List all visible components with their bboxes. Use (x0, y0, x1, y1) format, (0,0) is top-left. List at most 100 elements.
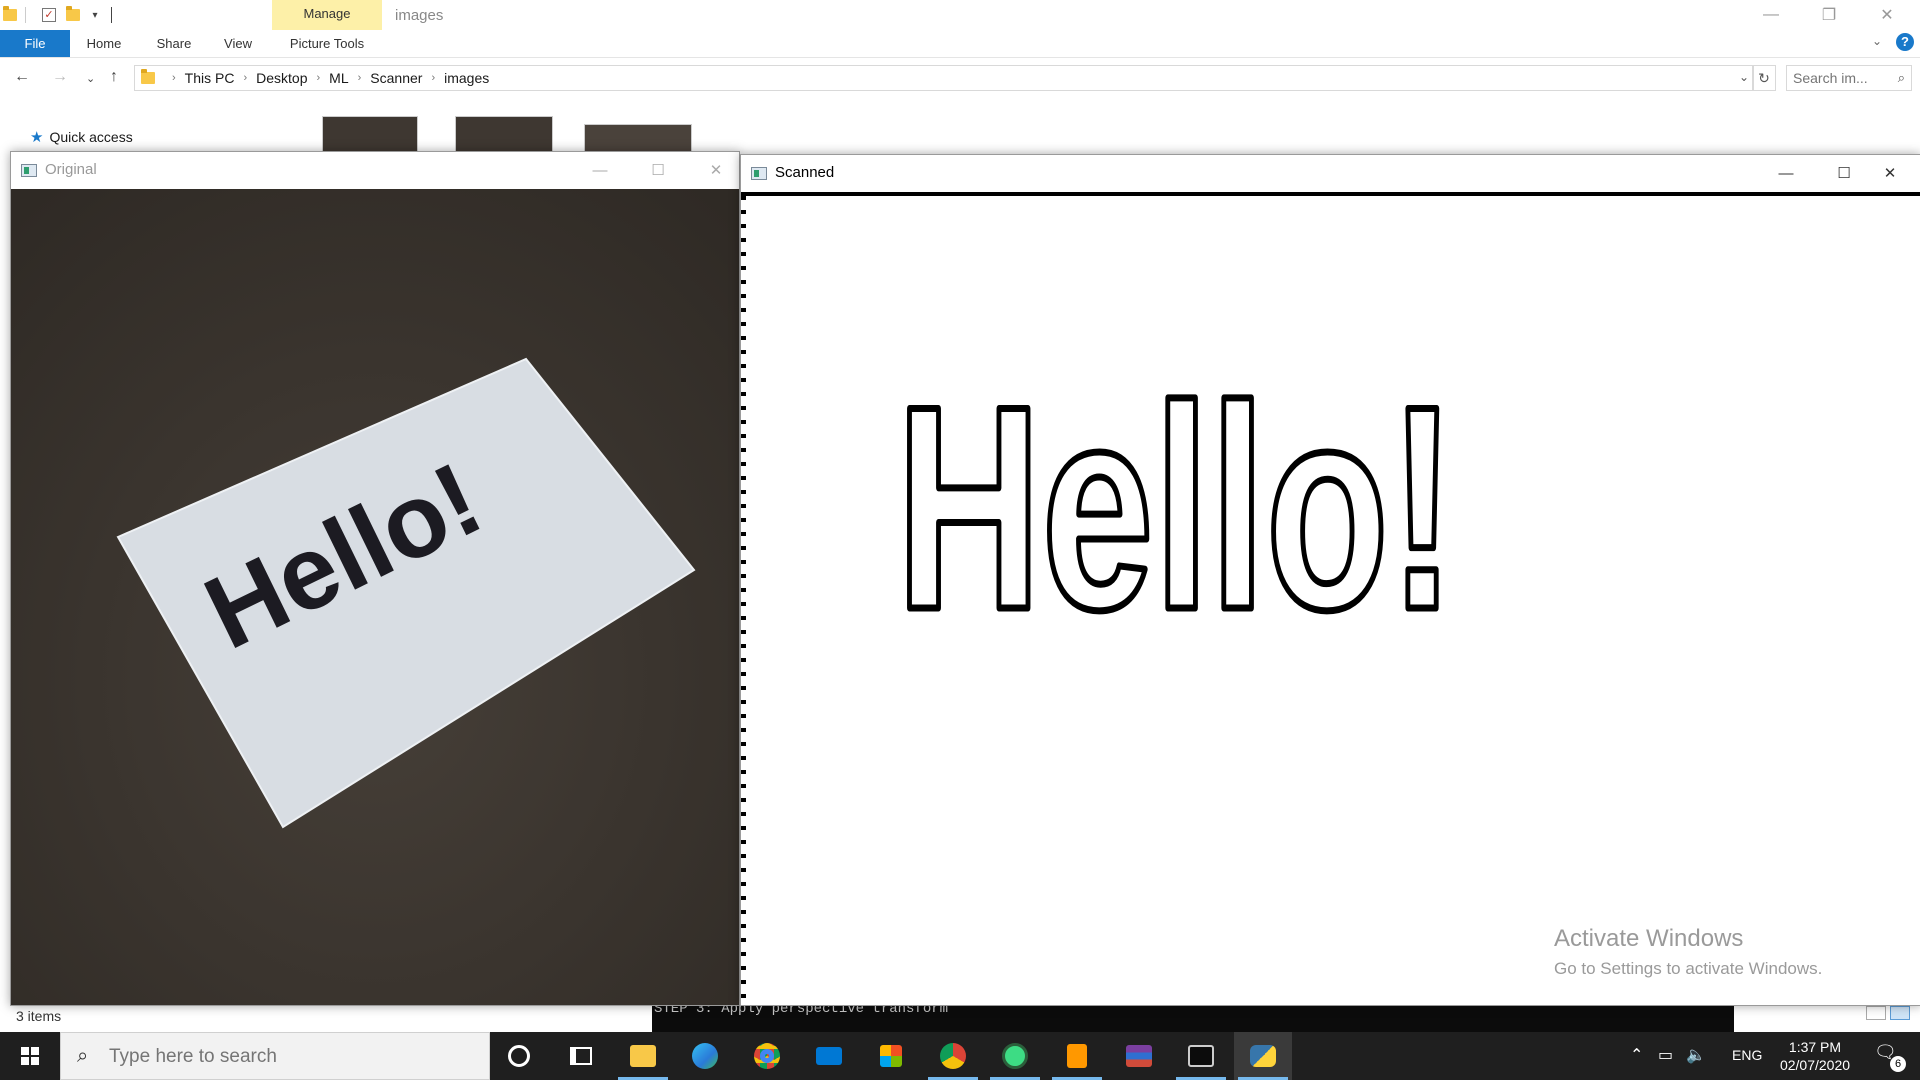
clock-date: 02/07/2020 (1779, 1057, 1851, 1073)
ribbon: File Home Share View Picture Tools ⌄ ? (0, 30, 1920, 58)
scan-edge-artifact (741, 196, 746, 1004)
android-studio-icon[interactable] (986, 1032, 1044, 1080)
task-view-icon[interactable] (552, 1032, 610, 1080)
original-window: Original — ☐ ✕ Hello! (10, 151, 740, 1006)
close-button[interactable]: ✕ (1858, 0, 1916, 30)
store-icon[interactable] (862, 1032, 920, 1080)
sublime-text-icon[interactable] (1048, 1032, 1106, 1080)
details-view-icon[interactable] (1866, 1006, 1886, 1020)
notification-badge: 6 (1890, 1056, 1906, 1072)
mail-icon[interactable] (800, 1032, 858, 1080)
tab-picture-tools[interactable]: Picture Tools (272, 30, 382, 57)
command-prompt-icon[interactable] (1172, 1032, 1230, 1080)
maximize-button[interactable]: ☐ (629, 152, 687, 188)
tab-home[interactable]: Home (74, 30, 134, 57)
folder-icon (2, 6, 18, 24)
chevron-right-icon[interactable]: › (172, 72, 176, 84)
sidebar-item-label: Quick access (49, 129, 133, 145)
activate-windows-watermark: Activate Windows Go to Settings to activ… (1554, 925, 1822, 979)
window-title: images (395, 7, 444, 24)
tab-manage[interactable]: Manage (272, 0, 382, 30)
chevron-right-icon[interactable]: › (431, 72, 435, 84)
view-switcher (1866, 1006, 1910, 1020)
search-icon: ⌕ (1897, 70, 1905, 85)
cortana-icon[interactable] (490, 1032, 548, 1080)
scanned-image: Hello! (741, 192, 1920, 1004)
new-folder-icon[interactable] (64, 6, 82, 24)
app-icon (21, 164, 37, 177)
start-button[interactable] (0, 1032, 60, 1080)
photo-canvas: Hello! (11, 189, 739, 1005)
minimize-button[interactable]: — (1757, 155, 1815, 191)
minimize-button[interactable]: — (571, 152, 629, 188)
help-icon[interactable]: ? (1896, 33, 1914, 51)
scanned-text: Hello! (896, 346, 1456, 670)
address-bar[interactable]: › This PC › Desktop › ML › Scanner › ima… (134, 65, 1754, 91)
tab-file[interactable]: File (0, 30, 70, 57)
navigation-bar: ← → ⌄ ↑ › This PC › Desktop › ML › Scann… (0, 60, 1920, 96)
taskbar-search[interactable]: ⌕ (60, 1032, 490, 1080)
file-explorer-icon[interactable] (614, 1032, 672, 1080)
search-icon: ⌕ (77, 1045, 89, 1067)
clock-time: 1:37 PM (1788, 1039, 1842, 1055)
windows-logo-icon (21, 1047, 39, 1065)
search-input[interactable] (1793, 69, 1883, 87)
large-icons-view-icon[interactable] (1890, 1006, 1910, 1020)
chevron-down-icon[interactable]: ⌄ (1739, 70, 1749, 84)
tab-view[interactable]: View (210, 30, 266, 57)
breadcrumb-desktop[interactable]: Desktop (256, 70, 307, 86)
chrome-profile-icon[interactable] (924, 1032, 982, 1080)
original-image: Hello! (11, 189, 739, 1005)
search-box[interactable]: ⌕ (1786, 65, 1912, 91)
folder-icon (141, 69, 155, 84)
window-title: Original (45, 161, 97, 178)
chevron-right-icon[interactable]: › (317, 72, 321, 84)
close-button[interactable]: ✕ (1861, 155, 1919, 191)
chevron-right-icon[interactable]: › (243, 72, 247, 84)
spacer (742, 986, 1902, 992)
breadcrumb-images[interactable]: images (444, 70, 489, 86)
breadcrumb: › This PC › Desktop › ML › Scanner › ima… (163, 66, 489, 90)
edge-icon[interactable] (676, 1032, 734, 1080)
close-button[interactable]: ✕ (687, 152, 745, 188)
winrar-icon[interactable] (1110, 1032, 1168, 1080)
sidebar-item-quick-access[interactable]: ★ Quick access (30, 128, 133, 146)
notification-center-icon[interactable]: 🗨 6 (1874, 1042, 1906, 1072)
volume-icon[interactable]: 🔈 (1686, 1045, 1706, 1065)
recent-locations-button[interactable]: ⌄ (86, 72, 95, 85)
properties-icon[interactable]: ✓ (40, 6, 58, 24)
taskbar-search-input[interactable] (109, 1045, 469, 1069)
scan-canvas: Hello! (742, 343, 1902, 992)
up-button[interactable]: ↑ (110, 68, 118, 86)
file-thumbnail[interactable] (455, 116, 553, 156)
breadcrumb-scanner[interactable]: Scanner (370, 70, 422, 86)
breadcrumb-this-pc[interactable]: This PC (185, 70, 235, 86)
clock[interactable]: 1:37 PM 02/07/2020 (1770, 1038, 1860, 1074)
chrome-icon[interactable] (738, 1032, 796, 1080)
status-bar: 3 items (0, 1003, 660, 1029)
customize-qat-icon[interactable]: ▾ (88, 6, 102, 24)
forward-button[interactable]: → (52, 68, 68, 86)
expand-ribbon-icon[interactable]: ⌄ (1872, 34, 1882, 48)
language-indicator[interactable]: ENG (1732, 1047, 1762, 1063)
explorer-titlebar: ✓ ▾ Manage images — ❐ ✕ (0, 0, 1920, 30)
file-thumbnail[interactable] (322, 116, 418, 156)
original-titlebar: Original — ☐ ✕ (11, 152, 739, 188)
breadcrumb-ml[interactable]: ML (329, 70, 348, 86)
minimize-button[interactable]: — (1742, 0, 1800, 30)
app-icon (751, 167, 767, 180)
window-title: Scanned (775, 164, 835, 181)
scanned-titlebar: Scanned — ☐ ✕ (741, 155, 1920, 191)
battery-icon[interactable]: ▭ (1658, 1045, 1673, 1065)
item-count: 3 items (16, 1008, 62, 1024)
python-icon[interactable] (1234, 1032, 1292, 1080)
scanned-window: Scanned — ☐ ✕ Hello! (740, 154, 1920, 1006)
chevron-right-icon[interactable]: › (358, 72, 362, 84)
back-button[interactable]: ← (14, 68, 30, 86)
taskbar: ⌕ ⌃ ▭ 🔈 ENG 1:37 PM 02/07/2020 🗨 6 (0, 1032, 1920, 1080)
chevron-up-icon[interactable]: ⌃ (1630, 1045, 1643, 1065)
tab-share[interactable]: Share (144, 30, 204, 57)
watermark-subtitle: Go to Settings to activate Windows. (1554, 959, 1823, 978)
refresh-button[interactable]: ↻ (1752, 65, 1776, 91)
restore-button[interactable]: ❐ (1800, 0, 1858, 30)
